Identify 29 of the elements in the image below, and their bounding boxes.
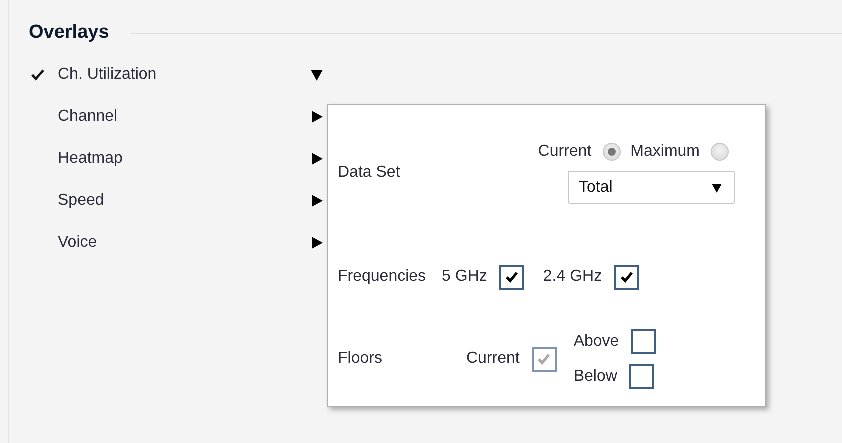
overlay-item[interactable]: Ch. Utilization (58, 66, 311, 84)
checkbox[interactable] (631, 329, 656, 354)
checkbox-label: 2.4 GHz (543, 268, 602, 286)
radio-button[interactable] (602, 143, 621, 161)
overlay-item[interactable]: Heatmap (58, 150, 311, 168)
checkbox[interactable] (499, 264, 524, 290)
expand-arrow-icon[interactable] (311, 237, 323, 249)
checkbox-label: Below (574, 368, 618, 386)
radio-button[interactable] (711, 143, 729, 161)
radio-label: Maximum (630, 143, 700, 161)
field-label: Data Set (338, 164, 400, 182)
section-title: Overlays (29, 22, 110, 44)
caret-icon (712, 182, 722, 192)
collapse-arrow-icon[interactable] (311, 69, 323, 81)
overlay-item[interactable]: Channel (58, 108, 311, 126)
expand-arrow-icon[interactable] (311, 153, 323, 165)
checkbox-label: Above (574, 332, 620, 350)
checkbox-label: Current (466, 350, 520, 368)
checkbox-label: 5 GHz (442, 268, 488, 286)
overlay-item[interactable]: Voice (58, 234, 311, 252)
overlay-item[interactable]: Speed (58, 192, 311, 210)
checkbox[interactable] (629, 364, 654, 389)
dropdown[interactable]: Total (568, 171, 735, 204)
radio-label: Current (538, 143, 592, 161)
field-label: Frequencies (338, 268, 426, 286)
expand-arrow-icon[interactable] (311, 111, 323, 123)
expand-arrow-icon[interactable] (311, 195, 323, 207)
field-label: Floors (338, 350, 382, 368)
checkbox[interactable] (614, 264, 640, 290)
